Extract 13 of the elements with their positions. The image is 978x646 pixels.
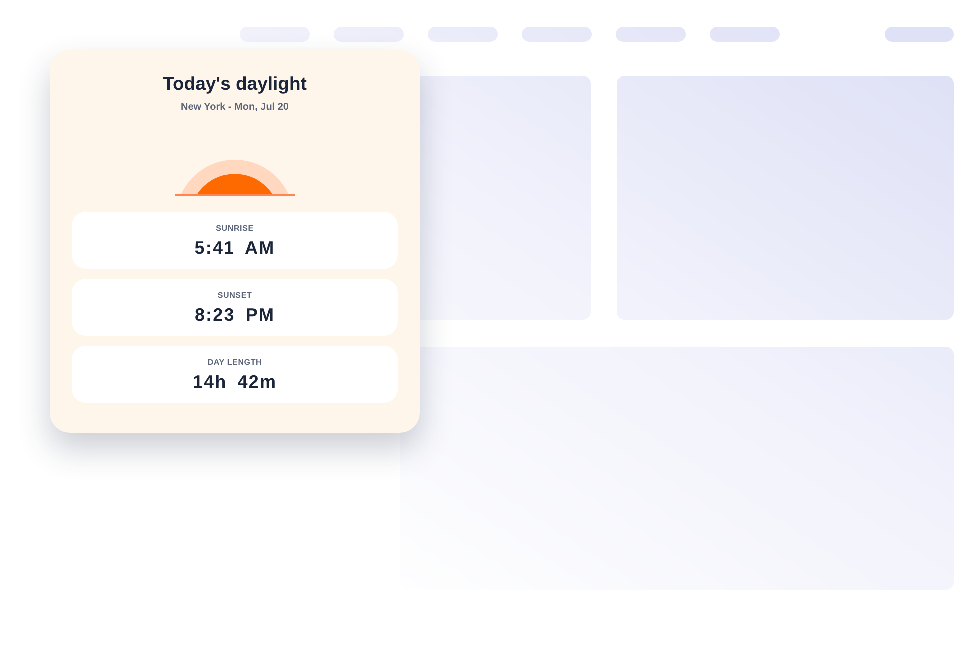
stat-value: 5:41 AM xyxy=(194,237,276,260)
stat-label: SUNRISE xyxy=(216,223,254,235)
card-subtitle: New York - Mon, Jul 20 xyxy=(181,101,289,115)
stat-label: SUNSET xyxy=(218,290,252,302)
stat-value: 14h 42m xyxy=(192,371,278,394)
sun-horizon-icon xyxy=(175,160,295,196)
skeleton-pill xyxy=(710,27,780,42)
card-title: Today's daylight xyxy=(163,72,307,96)
stat-value: 8:23 PM xyxy=(194,304,276,327)
skeleton-pill xyxy=(522,27,592,42)
skeleton-pill xyxy=(885,27,954,42)
stat-label: DAY LENGTH xyxy=(208,357,262,369)
skeleton-pill xyxy=(616,27,686,42)
